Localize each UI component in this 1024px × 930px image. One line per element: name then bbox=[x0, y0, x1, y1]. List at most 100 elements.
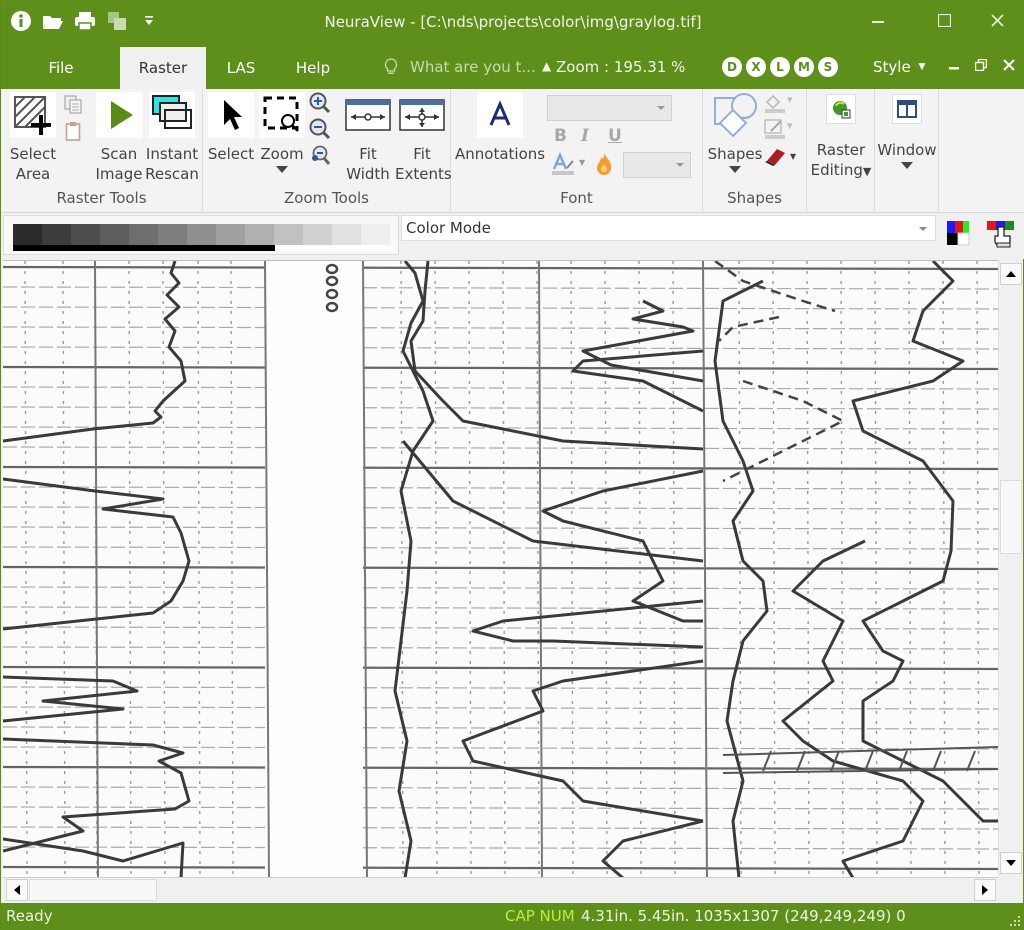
select-area-button[interactable]: Select Area bbox=[7, 92, 59, 184]
tab-las[interactable]: LAS bbox=[211, 47, 271, 89]
gray-swatch[interactable] bbox=[274, 224, 303, 245]
color-mode-select[interactable]: Color Mode bbox=[401, 215, 936, 241]
copy-icon[interactable] bbox=[62, 94, 84, 116]
scan-image-label-1: Scan bbox=[100, 145, 138, 163]
tell-me-search[interactable]: What are you t... bbox=[384, 58, 536, 76]
color-toolbar: Color Mode bbox=[1, 213, 1024, 259]
line-color-icon[interactable]: ▼ bbox=[763, 118, 793, 140]
eraser-icon[interactable]: ▼ bbox=[763, 145, 797, 167]
gray-swatch[interactable] bbox=[42, 224, 71, 245]
scroll-left-button[interactable] bbox=[6, 879, 28, 901]
vertical-scrollbar[interactable] bbox=[998, 260, 1023, 877]
shapes-label: Shapes bbox=[707, 145, 763, 163]
chevron-down-icon: ▼ bbox=[862, 165, 872, 178]
mdi-close-button[interactable] bbox=[999, 57, 1019, 75]
color-palette-icon[interactable] bbox=[945, 219, 973, 249]
gray-swatch[interactable] bbox=[332, 224, 361, 245]
gray-swatch[interactable] bbox=[245, 224, 274, 245]
raster-tools-label: Raster Tools bbox=[56, 189, 147, 207]
mode-m-button[interactable]: M bbox=[794, 57, 814, 77]
color-pick-icon[interactable] bbox=[986, 219, 1014, 249]
scan-image-button[interactable]: Scan Image bbox=[95, 92, 143, 184]
instant-rescan-icon bbox=[149, 92, 195, 138]
fill-color-icon[interactable]: ▼ bbox=[763, 92, 793, 114]
raster-image-view[interactable] bbox=[3, 260, 998, 877]
fit-width-label-2: Width bbox=[346, 165, 390, 183]
mode-l-button[interactable]: L bbox=[770, 57, 790, 77]
font-color-icon[interactable] bbox=[549, 152, 577, 175]
tab-help[interactable]: Help bbox=[281, 47, 345, 89]
raster-editing-label-2: Editing▼ bbox=[810, 161, 872, 179]
underline-button[interactable]: U bbox=[608, 126, 622, 146]
paste-icon[interactable] bbox=[62, 120, 84, 142]
gray-swatch[interactable] bbox=[129, 224, 158, 245]
raster-editing-button[interactable]: Raster Editing▼ bbox=[807, 92, 875, 182]
tab-raster[interactable]: Raster bbox=[120, 47, 206, 89]
gray-level-ramp[interactable] bbox=[3, 215, 399, 255]
collapse-ribbon-icon[interactable]: ▲ bbox=[542, 59, 551, 73]
font-size-select[interactable] bbox=[623, 152, 691, 178]
horizontal-scroll-thumb[interactable] bbox=[29, 879, 157, 901]
vertical-scroll-thumb[interactable] bbox=[1000, 480, 1022, 554]
gray-swatch[interactable] bbox=[100, 224, 129, 245]
mdi-restore-button[interactable] bbox=[971, 57, 991, 75]
threshold-bar-fill bbox=[13, 245, 276, 251]
chevron-down-icon bbox=[901, 162, 913, 169]
mode-s-button[interactable]: S bbox=[818, 57, 838, 77]
mdi-minimize-button[interactable] bbox=[944, 57, 964, 75]
window-button[interactable]: Window bbox=[875, 92, 939, 169]
select-area-icon bbox=[10, 92, 56, 138]
minimize-button[interactable] bbox=[858, 7, 898, 33]
scanned-log-image bbox=[3, 261, 998, 877]
threshold-bar[interactable] bbox=[13, 245, 393, 251]
scroll-up-button[interactable] bbox=[1000, 263, 1022, 285]
tab-file[interactable]: File bbox=[21, 47, 101, 89]
gray-swatch[interactable] bbox=[187, 224, 216, 245]
gray-swatch[interactable] bbox=[216, 224, 245, 245]
chevron-down-icon[interactable]: ▼ bbox=[579, 158, 585, 167]
instant-rescan-button[interactable]: Instant Rescan bbox=[145, 92, 199, 184]
close-button[interactable] bbox=[977, 7, 1017, 33]
zoom-in-icon[interactable] bbox=[309, 92, 331, 114]
maximize-button[interactable] bbox=[924, 7, 964, 33]
horizontal-scrollbar[interactable] bbox=[3, 877, 998, 902]
shapes-button[interactable]: Shapes bbox=[707, 92, 763, 173]
neuraview-window: NeuraView - [C:\nds\projects\color\img\g… bbox=[0, 0, 1024, 930]
status-cursor-info: 4.31in. 5.45in. 1035x1307 (249,249,249) … bbox=[581, 907, 906, 925]
zoom-out-icon[interactable] bbox=[309, 118, 331, 140]
annotations-button[interactable]: Annotations bbox=[455, 92, 545, 164]
select-area-label-2: Area bbox=[15, 165, 51, 183]
bold-button[interactable]: B bbox=[554, 126, 567, 146]
style-dropdown[interactable]: Style ▼ bbox=[873, 58, 925, 76]
gray-swatch[interactable] bbox=[71, 224, 100, 245]
status-ready: Ready bbox=[6, 907, 53, 925]
resize-grip-icon[interactable] bbox=[1009, 915, 1021, 927]
fit-extents-button[interactable]: Fit Extents bbox=[395, 92, 452, 184]
chevron-down-icon bbox=[919, 227, 927, 231]
window-label: Window bbox=[877, 141, 937, 159]
fire-icon[interactable] bbox=[593, 153, 615, 175]
gray-swatch[interactable] bbox=[361, 224, 390, 245]
minimize-icon bbox=[949, 67, 959, 70]
gray-swatch[interactable] bbox=[158, 224, 187, 245]
fit-width-label-1: Fit bbox=[359, 145, 377, 163]
scroll-down-button[interactable] bbox=[1000, 852, 1022, 874]
zoom-tool-button[interactable]: Zoom bbox=[257, 92, 307, 173]
raster-editing-label-1: Raster bbox=[816, 141, 866, 159]
chevron-down-icon bbox=[676, 163, 684, 167]
mode-x-button[interactable]: X bbox=[746, 57, 766, 77]
shapes-icon bbox=[712, 92, 758, 138]
gray-swatch[interactable] bbox=[303, 224, 332, 245]
gray-swatch[interactable] bbox=[13, 224, 42, 245]
italic-button[interactable]: I bbox=[581, 126, 589, 146]
font-name-select[interactable] bbox=[547, 95, 672, 121]
select-area-label-1: Select bbox=[9, 145, 57, 163]
zoom-readout: ▲ Zoom : 195.31 % bbox=[542, 58, 685, 76]
mode-d-button[interactable]: D bbox=[722, 57, 742, 77]
fit-width-button[interactable]: Fit Width bbox=[343, 92, 393, 184]
zoom-previous-icon[interactable] bbox=[309, 144, 331, 166]
title-bar: NeuraView - [C:\nds\projects\color\img\g… bbox=[1, 1, 1024, 45]
scroll-right-button[interactable] bbox=[974, 879, 996, 901]
select-tool-button[interactable]: Select bbox=[207, 92, 255, 164]
select-tool-label: Select bbox=[207, 145, 255, 163]
